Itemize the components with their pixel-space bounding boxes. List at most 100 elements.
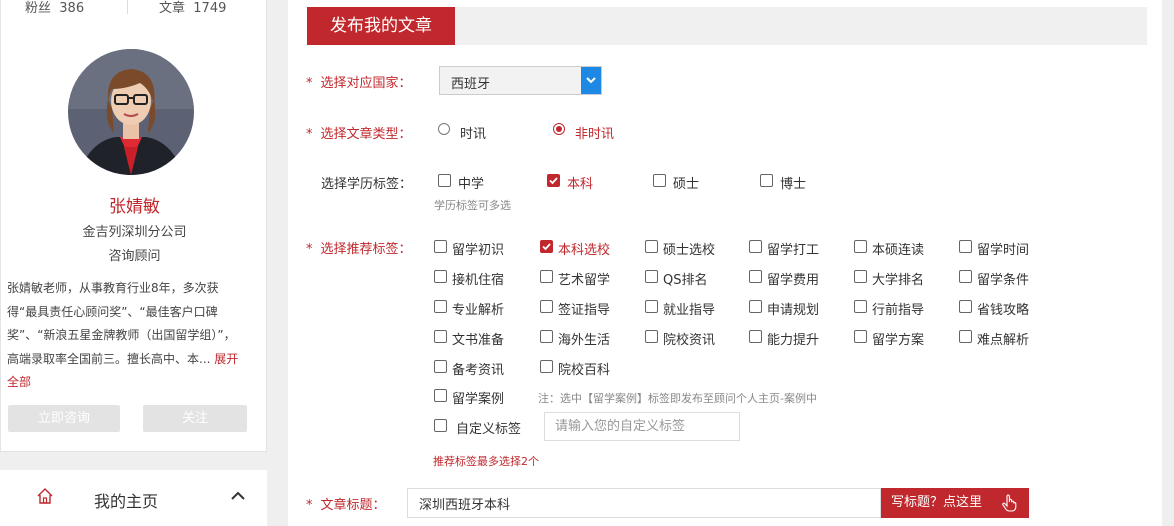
tag-checkbox[interactable]: [854, 300, 867, 313]
edu-checkbox[interactable]: [653, 174, 666, 187]
tag-checkbox[interactable]: [645, 270, 658, 283]
edu-checkbox[interactable]: [438, 174, 451, 187]
tag-checkbox[interactable]: [434, 300, 447, 313]
tag-option-label[interactable]: 留学初识: [452, 239, 504, 258]
tag-checkbox[interactable]: [854, 270, 867, 283]
tag-option-label[interactable]: QS排名: [663, 269, 708, 288]
edu-hint: 学历标签可多选: [434, 199, 511, 212]
tag-option-label[interactable]: 大学排名: [872, 269, 924, 288]
tag-checkbox[interactable]: [434, 330, 447, 343]
tag-checkbox[interactable]: [540, 300, 553, 313]
advisor-company: 金吉列深圳分公司: [82, 225, 187, 240]
type-radio-non-news[interactable]: [553, 123, 565, 135]
custom-tag-label[interactable]: 自定义标签: [456, 418, 521, 437]
tag-checkbox[interactable]: [959, 240, 972, 253]
tag-checkbox[interactable]: [540, 270, 553, 283]
edu-checkbox[interactable]: [760, 174, 773, 187]
tag-option-label[interactable]: 留学条件: [977, 269, 1029, 288]
home-label: 我的主页: [94, 492, 159, 511]
title-input[interactable]: [407, 488, 881, 518]
tag-option-label[interactable]: 接机住宿: [452, 269, 504, 288]
profile-stats: 粉丝 386 文章 1749: [1, 0, 268, 20]
consult-button[interactable]: 立即咨询: [8, 405, 120, 432]
edu-checkbox[interactable]: [547, 174, 560, 187]
tag-checkbox[interactable]: [540, 240, 553, 253]
articles-stat: 文章 1749: [159, 1, 227, 16]
tag-option-label[interactable]: 海外生活: [558, 329, 610, 348]
bio-text: 张婧敏老师，从事教育行业8年，多次获得“最具责任心顾问奖”、“最佳客户口碑奖”、…: [7, 281, 236, 366]
follow-button[interactable]: 关注: [143, 405, 247, 432]
edu-option-label[interactable]: 博士: [780, 173, 806, 192]
stats-divider: [127, 0, 128, 14]
tag-checkbox[interactable]: [434, 270, 447, 283]
country-label: * 选择对应国家：: [306, 76, 412, 91]
avatar: [68, 49, 194, 175]
tag-checkbox[interactable]: [645, 300, 658, 313]
custom-tag-input[interactable]: [544, 412, 740, 441]
type-option-news[interactable]: 时讯: [460, 123, 486, 142]
tags-label: * 选择推荐标签：: [306, 242, 412, 257]
title-help-label: 写标题？点这里: [891, 495, 983, 510]
edu-option-label[interactable]: 硕士: [673, 173, 699, 192]
type-option-non-news[interactable]: 非时讯: [575, 123, 614, 142]
home-icon: [37, 488, 53, 504]
tag-option-label[interactable]: 能力提升: [767, 329, 819, 348]
type-radio-news[interactable]: [438, 123, 450, 135]
tag-checkbox[interactable]: [854, 330, 867, 343]
tag-option-label[interactable]: 省钱攻略: [977, 299, 1029, 318]
tag-checkbox[interactable]: [959, 300, 972, 313]
section-header: 发布我的文章: [307, 7, 1147, 45]
tag-checkbox[interactable]: [749, 300, 762, 313]
tag-option-label[interactable]: 留学方案: [872, 329, 924, 348]
tag-option-label[interactable]: 本科选校: [558, 239, 610, 258]
tag-option-label[interactable]: 备考资讯: [452, 359, 504, 378]
edu-label: 选择学历标签：: [321, 177, 413, 192]
dropdown-arrow-icon[interactable]: [581, 67, 601, 94]
home-nav-item[interactable]: 我的主页: [0, 470, 267, 526]
title-help-button[interactable]: 写标题？点这里: [881, 488, 1029, 518]
tag-option-label[interactable]: 留学时间: [977, 239, 1029, 258]
tag-option-label[interactable]: 留学费用: [767, 269, 819, 288]
tag-option-label[interactable]: 本硕连读: [872, 239, 924, 258]
advisor-role: 咨询顾问: [108, 249, 161, 264]
tag-checkbox[interactable]: [645, 330, 658, 343]
edu-option-label[interactable]: 中学: [458, 173, 484, 192]
tag-checkbox[interactable]: [854, 240, 867, 253]
tag-option-label[interactable]: 院校资讯: [663, 329, 715, 348]
tag-checkbox[interactable]: [749, 270, 762, 283]
custom-tag-checkbox[interactable]: [434, 419, 447, 432]
title-label: * 文章标题：: [306, 498, 386, 513]
tag-checkbox[interactable]: [540, 360, 553, 373]
case-checkbox[interactable]: [434, 389, 447, 402]
type-label: * 选择文章类型：: [306, 127, 412, 142]
tag-option-label[interactable]: 申请规划: [767, 299, 819, 318]
tag-option-label[interactable]: 院校百科: [558, 359, 610, 378]
tag-option-label[interactable]: 硕士选校: [663, 239, 715, 258]
tag-checkbox[interactable]: [749, 330, 762, 343]
tag-checkbox[interactable]: [959, 270, 972, 283]
advisor-bio: 张婧敏老师，从事教育行业8年，多次获得“最具责任心顾问奖”、“最佳客户口碑奖”、…: [7, 277, 243, 395]
tag-checkbox[interactable]: [434, 360, 447, 373]
tag-checkbox[interactable]: [749, 240, 762, 253]
fans-stat: 粉丝 386: [25, 1, 85, 16]
case-label[interactable]: 留学案例: [452, 388, 504, 407]
tag-option-label[interactable]: 留学打工: [767, 239, 819, 258]
tag-option-label[interactable]: 文书准备: [452, 329, 504, 348]
chevron-up-icon[interactable]: [231, 491, 245, 501]
tag-option-label[interactable]: 艺术留学: [558, 269, 610, 288]
tag-checkbox[interactable]: [434, 240, 447, 253]
tag-option-label[interactable]: 签证指导: [558, 299, 610, 318]
tag-option-label[interactable]: 就业指导: [663, 299, 715, 318]
publish-article-panel: 发布我的文章 * 选择对应国家： 西班牙 * 选择文章类型： 时讯 非时讯 选择学历…: [288, 0, 1162, 526]
country-select[interactable]: 西班牙: [439, 66, 602, 95]
tag-option-label[interactable]: 专业解析: [452, 299, 504, 318]
advisor-name: 张婧敏: [109, 197, 160, 217]
tag-option-label[interactable]: 难点解析: [977, 329, 1029, 348]
tag-checkbox[interactable]: [540, 330, 553, 343]
country-select-value: 西班牙: [451, 77, 491, 92]
tag-checkbox[interactable]: [645, 240, 658, 253]
edu-option-label[interactable]: 本科: [567, 173, 593, 192]
advisor-profile-card: 粉丝 386 文章 1749 张婧敏 金吉列深圳分公司 咨询顾问 张婧敏老师，从…: [0, 0, 267, 452]
tag-option-label[interactable]: 行前指导: [872, 299, 924, 318]
tag-checkbox[interactable]: [959, 330, 972, 343]
